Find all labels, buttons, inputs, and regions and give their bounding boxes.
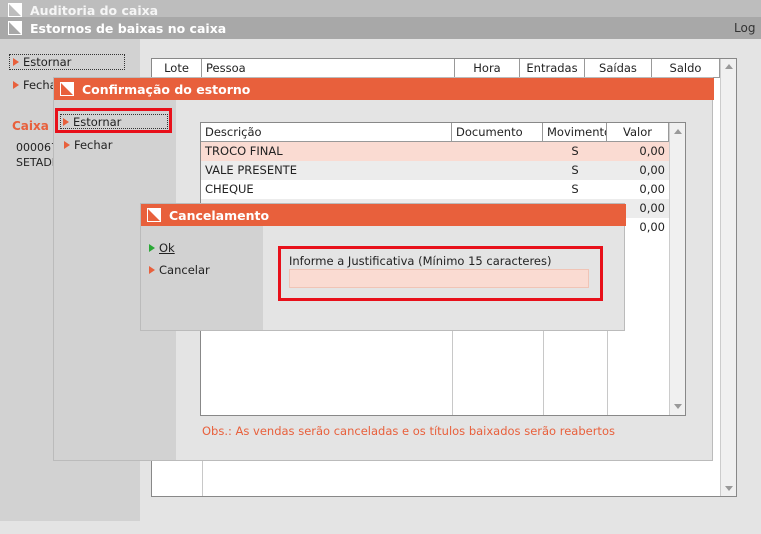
- ok-label: Ok: [159, 241, 175, 255]
- scroll-down-icon[interactable]: [674, 404, 682, 409]
- estornos-titlebar: Estornos de baixas no caixa: [0, 17, 761, 39]
- lotes-grid-header: Lote Pessoa Hora Entradas Saídas Saldo: [152, 59, 720, 78]
- scroll-down-icon[interactable]: [725, 486, 733, 491]
- cell-movimento: S: [571, 144, 579, 158]
- confirmacao-titlebar: Confirmação do estorno: [54, 78, 714, 100]
- arrow-right-icon: [13, 81, 19, 89]
- cancelar-label: Cancelar: [159, 263, 210, 277]
- scroll-up-icon[interactable]: [674, 129, 682, 134]
- app-logo-icon: [147, 208, 161, 222]
- menu-label: Estornar: [23, 55, 72, 69]
- table-row[interactable]: VALE PRESENTE S 0,00: [201, 161, 669, 180]
- cell-descricao: CHEQUE: [205, 182, 254, 196]
- caixa-name: SETADI: [16, 156, 56, 169]
- cell-valor: 0,00: [639, 163, 665, 177]
- table-row[interactable]: CHEQUE S 0,00: [201, 180, 669, 199]
- arrow-right-icon: [64, 141, 70, 149]
- col-descricao[interactable]: Descrição: [201, 123, 452, 141]
- confirmacao-title: Confirmação do estorno: [82, 81, 251, 97]
- col-entradas[interactable]: Entradas: [520, 59, 585, 77]
- arrow-right-icon: [13, 58, 19, 66]
- cancelar-button[interactable]: Cancelar: [149, 263, 210, 277]
- cell-documento: [452, 180, 543, 199]
- cell-descricao: TROCO FINAL: [205, 144, 283, 158]
- cancelamento-titlebar: Cancelamento: [141, 204, 626, 226]
- col-pessoa[interactable]: Pessoa: [202, 59, 455, 77]
- ok-button[interactable]: Ok: [149, 241, 175, 255]
- col-valor[interactable]: Valor: [607, 123, 669, 141]
- cell-descricao: VALE PRESENTE: [205, 163, 297, 177]
- cell-movimento: S: [571, 163, 579, 177]
- cell-valor: 0,00: [639, 182, 665, 196]
- scroll-up-icon[interactable]: [725, 64, 733, 69]
- arrow-right-icon: [149, 244, 155, 252]
- cancelamento-sidebar: Ok Cancelar: [141, 226, 263, 330]
- arrow-right-icon: [149, 266, 155, 274]
- estorno-grid-header: Descrição Documento Movimento Valor: [201, 123, 669, 142]
- app-logo-icon: [60, 82, 74, 96]
- cell-documento: [452, 142, 543, 161]
- col-saidas[interactable]: Saídas: [585, 59, 652, 77]
- app-logo-icon: [8, 21, 22, 35]
- caixa-label: Caixa: [12, 119, 49, 133]
- estorno-scrollbar[interactable]: [669, 123, 685, 415]
- cell-valor: 0,00: [639, 144, 665, 158]
- highlight-justificativa: [278, 246, 603, 301]
- table-row[interactable]: TROCO FINAL S 0,00: [201, 142, 669, 161]
- auditoria-title: Auditoria do caixa: [30, 2, 159, 18]
- obs-text: Obs.: As vendas serão canceladas e os tí…: [202, 424, 615, 438]
- estornos-menu-estornar[interactable]: Estornar: [9, 54, 125, 70]
- cancelamento-title: Cancelamento: [169, 207, 270, 223]
- confirmacao-menu-fechar[interactable]: Fechar: [64, 138, 112, 152]
- app-logo-icon: [8, 3, 22, 17]
- cell-movimento: S: [571, 182, 579, 196]
- highlight-estornar: [55, 108, 172, 133]
- col-movimento[interactable]: Movimento: [543, 123, 607, 141]
- cell-documento: [452, 161, 543, 180]
- col-saldo[interactable]: Saldo: [652, 59, 720, 77]
- estornos-title: Estornos de baixas no caixa: [30, 20, 227, 36]
- col-documento[interactable]: Documento: [452, 123, 543, 141]
- log-link[interactable]: Log: [734, 21, 755, 35]
- caixa-code: 000067: [16, 141, 58, 154]
- lotes-scrollbar[interactable]: [720, 59, 736, 496]
- menu-label: Fechar: [74, 138, 113, 152]
- col-hora[interactable]: Hora: [455, 59, 520, 77]
- col-lote[interactable]: Lote: [152, 59, 202, 77]
